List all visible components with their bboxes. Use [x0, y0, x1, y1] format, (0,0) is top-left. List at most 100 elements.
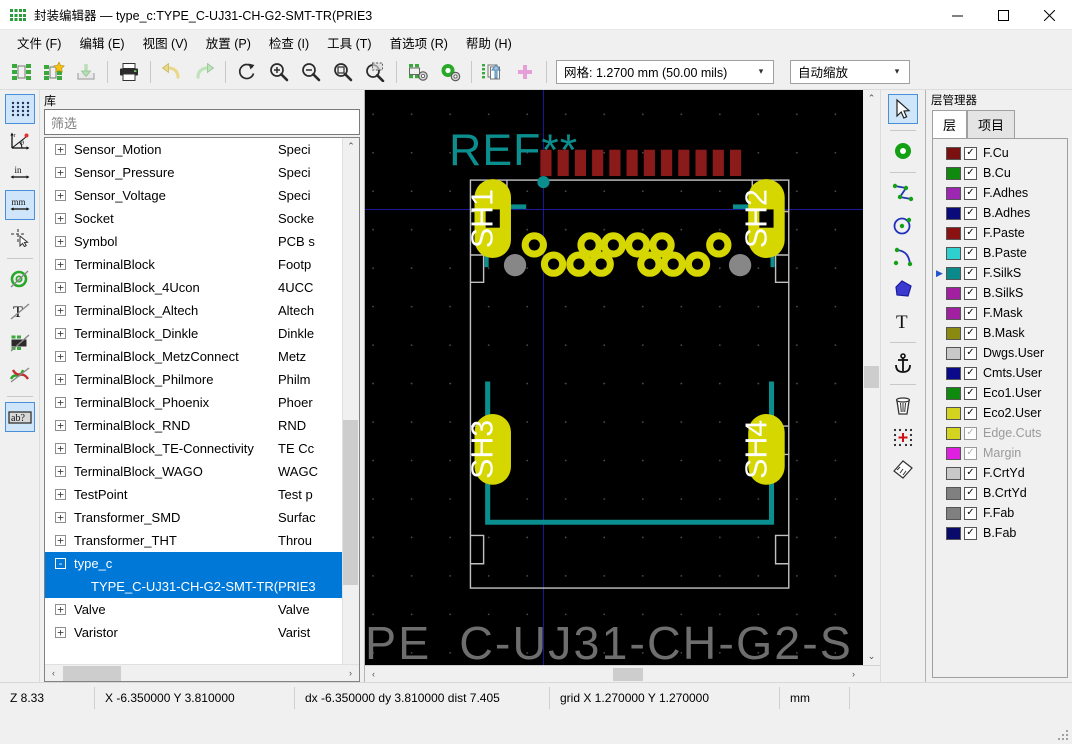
layer-row-b-adhes[interactable]: ✓ B.Adhes: [933, 203, 1067, 223]
expander-icon[interactable]: +: [55, 236, 66, 247]
layer-visibility-checkbox[interactable]: ✓: [964, 286, 977, 300]
layer-row-f-crtyd[interactable]: ✓ F.CrtYd: [933, 463, 1067, 483]
menu-file[interactable]: 文件 (F): [8, 30, 70, 55]
layer-row-f-fab[interactable]: ✓ F.Fab: [933, 503, 1067, 523]
layer-color-swatch[interactable]: [946, 146, 961, 160]
layer-color-swatch[interactable]: [946, 486, 961, 500]
expander-icon[interactable]: +: [55, 535, 66, 546]
expander-icon[interactable]: +: [55, 190, 66, 201]
menu-place[interactable]: 放置 (P): [197, 30, 260, 55]
layer-row-f-mask[interactable]: ✓ F.Mask: [933, 303, 1067, 323]
expander-icon[interactable]: +: [55, 213, 66, 224]
layer-row-b-cu[interactable]: ✓ B.Cu: [933, 163, 1067, 183]
layer-color-swatch[interactable]: [946, 426, 961, 440]
layer-row-dwgs-user[interactable]: ✓ Dwgs.User: [933, 343, 1067, 363]
polar-coordinates-icon[interactable]: r θ: [5, 126, 35, 156]
layer-visibility-checkbox[interactable]: ✓: [964, 366, 977, 380]
layer-color-swatch[interactable]: [946, 466, 961, 480]
layer-row-b-crtyd[interactable]: ✓ B.CrtYd: [933, 483, 1067, 503]
undo-icon[interactable]: [156, 57, 188, 87]
layer-color-swatch[interactable]: [946, 186, 961, 200]
expander-icon[interactable]: +: [55, 604, 66, 615]
minimize-button[interactable]: [934, 0, 980, 30]
zoom-in-icon[interactable]: [263, 57, 295, 87]
layer-color-swatch[interactable]: [946, 446, 961, 460]
tree-item-terminalblock-phoenix[interactable]: + TerminalBlock_Phoenix Phoer: [45, 391, 342, 414]
tree-item-symbol[interactable]: + Symbol PCB s: [45, 230, 342, 253]
grid-select[interactable]: 网格: 1.2700 mm (50.00 mils) ▾: [556, 59, 774, 84]
scroll-right-icon[interactable]: ›: [845, 666, 862, 683]
expander-icon[interactable]: +: [55, 489, 66, 500]
layer-color-swatch[interactable]: [946, 406, 961, 420]
layer-visibility-checkbox[interactable]: ✓: [964, 406, 977, 420]
add-pad-tool-icon[interactable]: [888, 136, 918, 166]
layer-row-eco2-user[interactable]: ✓ Eco2.User: [933, 403, 1067, 423]
layer-color-swatch[interactable]: [946, 226, 961, 240]
layer-visibility-checkbox[interactable]: ✓: [964, 346, 977, 360]
tree-vertical-scrollbar[interactable]: ⌃: [342, 138, 359, 664]
new-footprint-icon[interactable]: [6, 57, 38, 87]
select-tool-icon[interactable]: [888, 94, 918, 124]
redo-icon[interactable]: [188, 57, 220, 87]
tree-item-transformer-tht[interactable]: + Transformer_THT Throu: [45, 529, 342, 552]
expander-icon[interactable]: +: [55, 305, 66, 316]
tree-item-terminalblock-philmore[interactable]: + TerminalBlock_Philmore Philm: [45, 368, 342, 391]
tree-item-testpoint[interactable]: + TestPoint Test p: [45, 483, 342, 506]
expander-icon[interactable]: +: [55, 397, 66, 408]
resize-grip-icon[interactable]: [1057, 729, 1069, 741]
show-text-sketch-icon[interactable]: T: [5, 296, 35, 326]
tree-item-terminalblock-dinkle[interactable]: + TerminalBlock_Dinkle Dinkle: [45, 322, 342, 345]
layer-row-b-fab[interactable]: ✓ B.Fab: [933, 523, 1067, 543]
tree-item-socket[interactable]: + Socket Socke: [45, 207, 342, 230]
tree-item-terminalblock-altech[interactable]: + TerminalBlock_Altech Altech: [45, 299, 342, 322]
layer-color-swatch[interactable]: [946, 246, 961, 260]
layer-row-cmts-user[interactable]: ✓ Cmts.User: [933, 363, 1067, 383]
menu-tools[interactable]: 工具 (T): [318, 30, 380, 55]
refresh-icon[interactable]: [231, 57, 263, 87]
layer-row-b-paste[interactable]: ✓ B.Paste: [933, 243, 1067, 263]
tree-item-type-c[interactable]: - type_c: [45, 552, 342, 575]
layer-row-f-silks[interactable]: ▶ ✓ F.SilkS: [933, 263, 1067, 283]
layer-row-b-mask[interactable]: ✓ B.Mask: [933, 323, 1067, 343]
tree-item-terminalblock[interactable]: + TerminalBlock Footp: [45, 253, 342, 276]
scroll-down-icon[interactable]: ⌄: [863, 648, 880, 665]
close-button[interactable]: [1026, 0, 1072, 30]
layer-visibility-checkbox[interactable]: ✓: [964, 266, 977, 280]
layer-visibility-checkbox[interactable]: ✓: [964, 506, 977, 520]
collapse-icon[interactable]: -: [55, 558, 66, 569]
tab-layers[interactable]: 层: [932, 110, 968, 138]
insert-into-board-icon[interactable]: [509, 57, 541, 87]
expander-icon[interactable]: +: [55, 512, 66, 523]
layer-visibility-checkbox[interactable]: ✓: [964, 306, 977, 320]
expander-icon[interactable]: +: [55, 259, 66, 270]
tree-item-footprint-type-c-uj31[interactable]: TYPE_C-UJ31-CH-G2-SMT-TR(PRIE3: [45, 575, 342, 598]
menu-help[interactable]: 帮助 (H): [457, 30, 521, 55]
filter-input[interactable]: 筛选: [44, 109, 360, 135]
menu-edit[interactable]: 编辑 (E): [70, 30, 133, 55]
tree-item-sensor-motion[interactable]: + Sensor_Motion Speci: [45, 138, 342, 161]
tree-item-varistor[interactable]: + Varistor Varist: [45, 621, 342, 644]
units-millimeters-icon[interactable]: mm: [4, 190, 35, 220]
tree-item-sensor-pressure[interactable]: + Sensor_Pressure Speci: [45, 161, 342, 184]
draw-circle-tool-icon[interactable]: [888, 210, 918, 240]
layer-visibility-checkbox[interactable]: ✓: [964, 466, 977, 480]
show-pads-sketch-icon[interactable]: [5, 264, 35, 294]
show-pad-numbers-icon[interactable]: ab?: [4, 402, 35, 432]
delete-tool-icon[interactable]: [888, 390, 918, 420]
scroll-left-icon[interactable]: ‹: [365, 666, 382, 683]
full-window-crosshair-icon[interactable]: [5, 222, 35, 252]
layer-visibility-checkbox[interactable]: ✓: [964, 166, 977, 180]
layer-visibility-checkbox[interactable]: ✓: [964, 186, 977, 200]
show-graphics-sketch-icon[interactable]: [5, 328, 35, 358]
tree-item-sensor-voltage[interactable]: + Sensor_Voltage Speci: [45, 184, 342, 207]
maximize-button[interactable]: [980, 0, 1026, 30]
tree-item-terminalblock-4ucon[interactable]: + TerminalBlock_4Ucon 4UCC: [45, 276, 342, 299]
expander-icon[interactable]: +: [55, 627, 66, 638]
layer-row-f-adhes[interactable]: ✓ F.Adhes: [933, 183, 1067, 203]
layer-color-swatch[interactable]: [946, 366, 961, 380]
tree-scroll-thumb[interactable]: [343, 420, 358, 585]
tree-item-terminalblock-rnd[interactable]: + TerminalBlock_RND RND: [45, 414, 342, 437]
layer-visibility-checkbox[interactable]: ✓: [964, 146, 977, 160]
expander-icon[interactable]: +: [55, 328, 66, 339]
scroll-up-icon[interactable]: ⌃: [343, 138, 360, 155]
